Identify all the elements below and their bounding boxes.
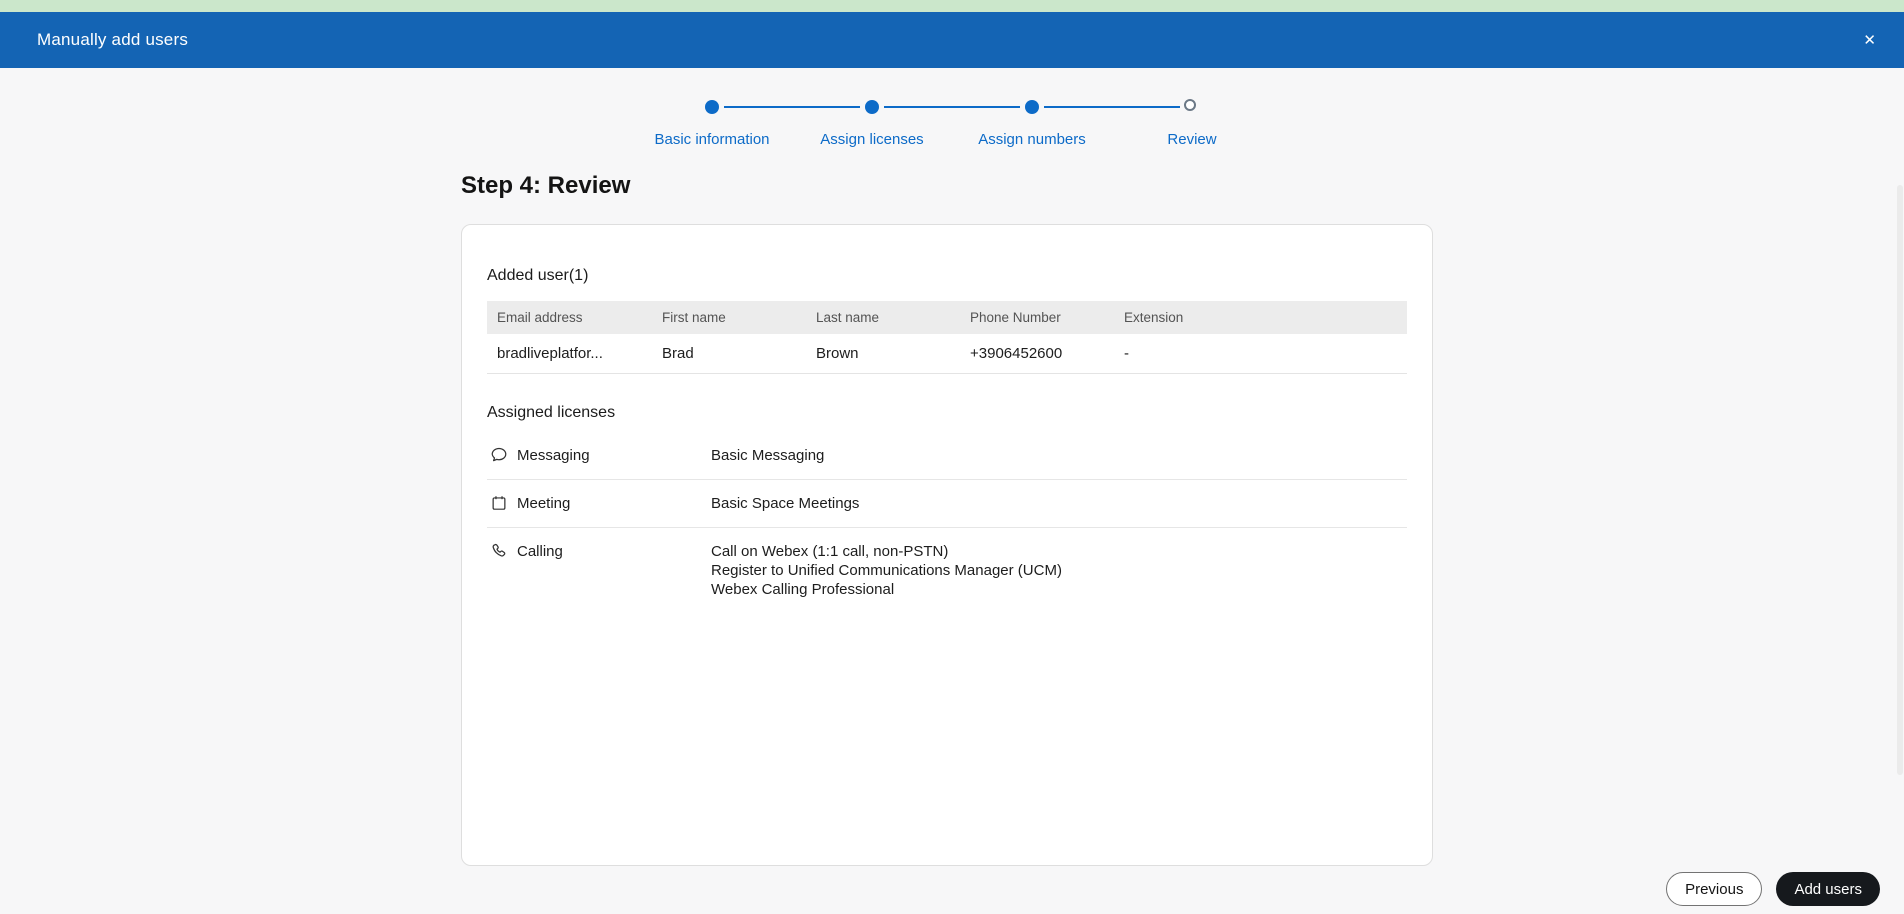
step-dot-assign-numbers[interactable]	[1025, 100, 1039, 114]
license-value: Basic Messaging	[711, 447, 825, 464]
license-label-text: Messaging	[517, 446, 590, 464]
column-header-email: Email address	[497, 310, 583, 325]
step-label-basic-information[interactable]: Basic information	[632, 131, 792, 148]
column-header-phone-number: Phone Number	[970, 310, 1061, 325]
column-header-last-name: Last name	[816, 310, 880, 325]
close-icon[interactable]: ✕	[1859, 29, 1880, 52]
license-value: Basic Space Meetings	[711, 495, 860, 512]
column-header-first-name: First name	[662, 310, 726, 325]
top-accent-strip	[0, 0, 1904, 12]
license-values-messaging: Basic Messaging	[711, 446, 824, 465]
cell-email: bradliveplatfor...	[497, 345, 603, 362]
stepper-connector	[724, 106, 860, 108]
list-item-calling: Calling Call on Webex (1:1 call, non-PST…	[487, 528, 1407, 613]
table-row: bradliveplatfor... Brad Brown +390645260…	[487, 334, 1407, 374]
footer-actions: Previous Add users	[1666, 872, 1880, 906]
license-label-meeting: Meeting	[487, 494, 711, 512]
add-users-button[interactable]: Add users	[1776, 872, 1880, 906]
stepper-connector	[884, 106, 1020, 108]
license-value: Register to Unified Communications Manag…	[711, 562, 1062, 579]
page-title: Step 4: Review	[461, 172, 631, 199]
step-dot-assign-licenses[interactable]	[865, 100, 879, 114]
license-values-meeting: Basic Space Meetings	[711, 494, 859, 513]
license-value: Call on Webex (1:1 call, non-PSTN)	[711, 543, 949, 560]
cell-last-name: Brown	[816, 345, 859, 362]
step-dot-basic-information[interactable]	[705, 100, 719, 114]
list-item-meeting: Meeting Basic Space Meetings	[487, 480, 1407, 528]
phone-icon	[490, 542, 508, 560]
step-dot-review[interactable]	[1184, 99, 1196, 111]
added-user-title: Added user(1)	[487, 267, 589, 284]
step-label-review[interactable]: Review	[1112, 131, 1272, 148]
assigned-licenses-title: Assigned licenses	[487, 404, 616, 421]
license-label-calling: Calling	[487, 542, 711, 560]
assigned-licenses-section: Assigned licenses Messaging Basic Messag…	[487, 404, 1407, 613]
cell-extension: -	[1124, 345, 1129, 362]
license-label-text: Calling	[517, 542, 563, 560]
step-label-assign-licenses[interactable]: Assign licenses	[792, 131, 952, 148]
step-label-assign-numbers[interactable]: Assign numbers	[952, 131, 1112, 148]
license-list: Messaging Basic Messaging Meeting Basic …	[487, 432, 1407, 613]
stepper-connector	[1044, 106, 1180, 108]
added-user-table: Email address First name Last name Phone…	[487, 301, 1407, 374]
license-label-text: Meeting	[517, 494, 571, 512]
previous-button[interactable]: Previous	[1666, 872, 1763, 906]
license-value: Webex Calling Professional	[711, 581, 895, 598]
license-values-calling: Call on Webex (1:1 call, non-PSTN) Regis…	[711, 542, 1062, 599]
dialog-header: Manually add users ✕	[0, 12, 1904, 68]
scrollbar[interactable]	[1897, 185, 1903, 775]
dialog-title: Manually add users	[37, 30, 189, 49]
stepper: Basic information Assign licenses Assign…	[632, 88, 1272, 162]
cell-phone-number: +3906452600	[970, 345, 1063, 362]
list-item-messaging: Messaging Basic Messaging	[487, 432, 1407, 480]
calendar-icon	[490, 494, 508, 512]
column-header-extension: Extension	[1124, 310, 1184, 325]
chat-bubble-icon	[490, 446, 508, 464]
review-card: Added user(1) Email address First name L…	[461, 224, 1433, 866]
license-label-messaging: Messaging	[487, 446, 711, 464]
cell-first-name: Brad	[662, 345, 694, 362]
table-header-row: Email address First name Last name Phone…	[487, 301, 1407, 334]
